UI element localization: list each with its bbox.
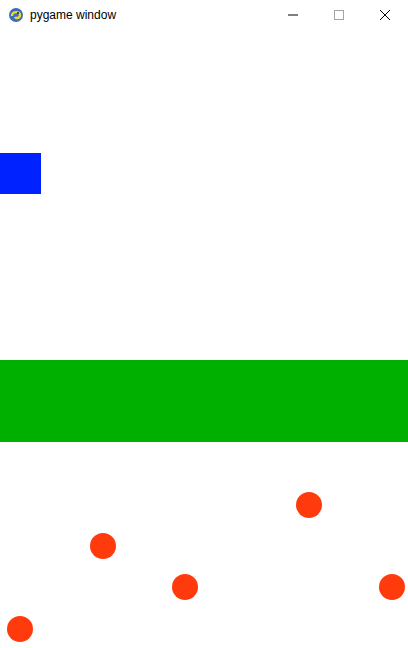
enemy-ball xyxy=(379,574,405,600)
enemy-ball xyxy=(90,533,116,559)
maximize-icon xyxy=(334,10,344,20)
title-bar[interactable]: pygame window xyxy=(0,0,408,30)
player-square xyxy=(0,153,41,194)
minimize-button[interactable] xyxy=(270,0,316,30)
close-icon xyxy=(380,10,390,20)
window-title: pygame window xyxy=(30,8,270,22)
pygame-icon xyxy=(8,7,24,23)
window-controls xyxy=(270,0,408,30)
enemy-ball xyxy=(7,616,33,642)
minimize-icon xyxy=(288,10,298,20)
close-button[interactable] xyxy=(362,0,408,30)
game-window: pygame window xyxy=(0,0,408,648)
enemy-ball xyxy=(296,492,322,518)
maximize-button xyxy=(316,0,362,30)
green-platform xyxy=(0,360,408,442)
game-canvas xyxy=(0,30,408,648)
enemy-ball xyxy=(172,574,198,600)
